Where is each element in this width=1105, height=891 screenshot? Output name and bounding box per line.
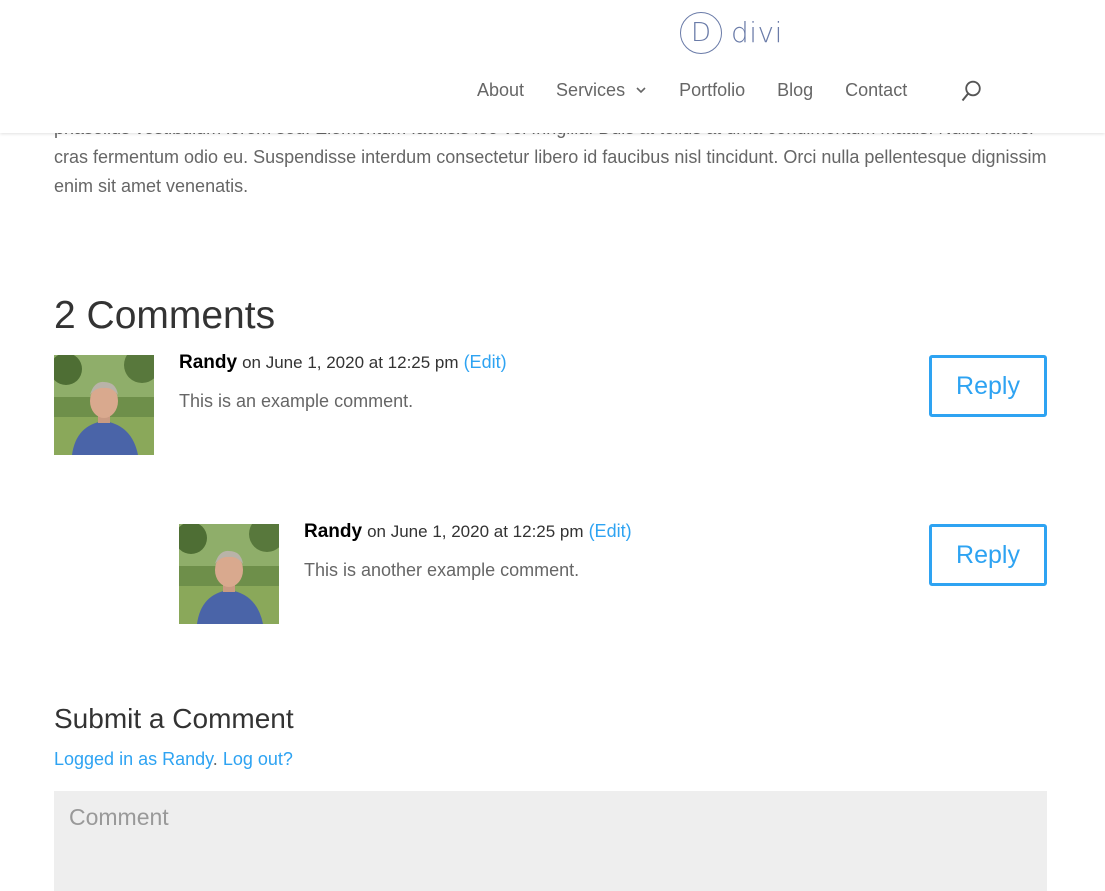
separator: . [212, 749, 218, 769]
logout-link[interactable]: Log out? [223, 749, 293, 769]
nav-item-about[interactable]: About [477, 78, 524, 102]
avatar [54, 355, 154, 455]
nav-item-label: Services [556, 80, 626, 100]
avatar [179, 524, 279, 624]
logo-letter: D [690, 18, 712, 48]
comments-title: 2 Comments [54, 294, 276, 337]
edit-link[interactable]: (Edit) [589, 521, 632, 541]
reply-button[interactable]: Reply [929, 524, 1047, 586]
comment-author[interactable]: Randy [179, 352, 237, 373]
submit-comment-title: Submit a Comment [54, 703, 294, 734]
logged-in-link[interactable]: Logged in as Randy [54, 749, 213, 769]
logged-in-line: Logged in as Randy. Log out? [54, 746, 293, 772]
site-header: D divi About Services Portfolio Blog Con… [0, 0, 1105, 133]
avatar-photo [179, 524, 279, 624]
nav-item-label: Contact [845, 80, 908, 100]
logo-text: divi [731, 16, 783, 49]
comment-text: This is an example comment. [179, 391, 414, 411]
comment-date[interactable]: on June 1, 2020 at 12:25 pm [242, 353, 458, 372]
comment-item: Randy on June 1, 2020 at 12:25 pm (Edit)… [179, 521, 1047, 624]
nav-item-label: Blog [777, 80, 814, 100]
avatar-photo [54, 355, 154, 455]
nav-item-portfolio[interactable]: Portfolio [679, 78, 745, 102]
nav-item-contact[interactable]: Contact [845, 78, 907, 102]
main-nav: About Services Portfolio Blog Contact [477, 78, 939, 102]
search-icon[interactable] [960, 79, 984, 103]
nav-item-services[interactable]: Services [556, 78, 647, 102]
comment-meta: Randy on June 1, 2020 at 12:25 pm (Edit) [179, 349, 507, 376]
comment-textarea[interactable]: Comment [54, 791, 1047, 891]
comment-date[interactable]: on June 1, 2020 at 12:25 pm [367, 522, 583, 541]
reply-button[interactable]: Reply [929, 355, 1047, 417]
logo-mark: D [680, 12, 722, 54]
comment-author[interactable]: Randy [304, 521, 362, 542]
chevron-down-icon [636, 87, 646, 94]
edit-link[interactable]: (Edit) [464, 352, 507, 372]
comment-item: Randy on June 1, 2020 at 12:25 pm (Edit)… [54, 352, 1047, 455]
comment-placeholder: Comment [69, 804, 169, 830]
comment-meta: Randy on June 1, 2020 at 12:25 pm (Edit) [304, 518, 632, 545]
nav-item-label: About [477, 80, 525, 100]
nav-item-label: Portfolio [679, 80, 746, 100]
comment-text: This is another example comment. [304, 560, 580, 580]
nav-item-blog[interactable]: Blog [777, 78, 813, 102]
site-logo[interactable]: D divi [680, 10, 783, 56]
